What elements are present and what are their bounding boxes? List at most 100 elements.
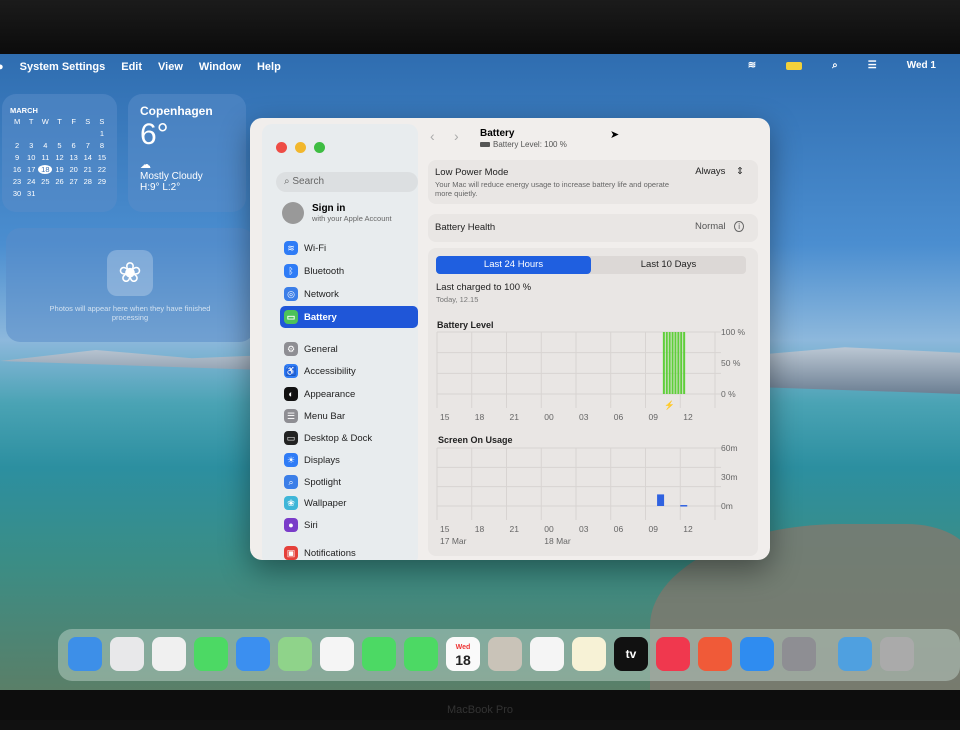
dock-trash-icon[interactable] — [880, 637, 914, 671]
apple-menu-icon[interactable]: ● — [0, 61, 4, 73]
dock-system-settings-icon[interactable] — [782, 637, 816, 671]
spotlight-icon[interactable]: ⌕ — [832, 60, 838, 71]
calendar-day: 1 — [99, 129, 104, 138]
forward-button[interactable]: › — [454, 128, 459, 144]
sidebar-item-bluetooth[interactable]: ᛒ Bluetooth — [280, 260, 418, 282]
zoom-button[interactable] — [314, 142, 325, 153]
cloud-icon: ☁ — [140, 159, 151, 171]
calendar-day: 4 — [43, 141, 48, 150]
calendar-widget[interactable]: MARCH M T W T F S S 1 2 3 4 5 6 7 8 9 10 11 12 13 14 15 16 17 18… — [2, 94, 117, 212]
calendar-day: 26 — [55, 177, 64, 186]
calendar-day: 19 — [55, 165, 64, 174]
photos-icon: ❀ — [107, 250, 153, 296]
sidebar-item-label: Displays — [304, 454, 340, 466]
sidebar-item-wi-fi[interactable]: ≋ Wi-Fi — [280, 237, 418, 259]
calendar-day — [52, 189, 66, 198]
sidebar-item-appearance[interactable]: ◐ Appearance — [280, 383, 418, 405]
dock-calendar-icon[interactable]: Wed 18 — [446, 637, 480, 671]
photos-widget[interactable]: ❀ Photos will appear here when they have… — [6, 228, 254, 342]
chart-bar — [680, 332, 683, 394]
calendar-day — [95, 189, 109, 198]
calendar-day: 2 — [14, 141, 20, 150]
y-tick-label: 0 % — [721, 389, 736, 399]
sidebar-item-network[interactable]: ◎ Network — [280, 283, 418, 305]
dock-reminders-icon[interactable] — [530, 637, 564, 671]
sidebar-item-accessibility[interactable]: ♿ Accessibility — [280, 360, 418, 382]
calendar-day — [81, 129, 95, 138]
dock-rocket-icon[interactable] — [698, 637, 732, 671]
clock[interactable]: Wed 1 — [907, 60, 936, 71]
dock-mail-icon[interactable] — [236, 637, 270, 671]
dock-phone-icon[interactable] — [404, 637, 438, 671]
dock-facetime-icon[interactable] — [362, 637, 396, 671]
calendar-day: 6 — [71, 141, 76, 150]
x-tick-label: 12 — [683, 524, 693, 534]
signin-title: Sign in — [312, 203, 346, 214]
dock-launchpad-icon[interactable] — [110, 637, 144, 671]
x-tick-label: 09 — [649, 524, 659, 534]
menu-window[interactable]: Window — [199, 61, 241, 73]
minimize-button[interactable] — [295, 142, 306, 153]
dock-finder-icon[interactable] — [68, 637, 102, 671]
weather-widget[interactable]: Copenhagen 6° ☁ Mostly Cloudy H:9° L:2° — [128, 94, 246, 212]
battery-status-icon[interactable] — [786, 61, 803, 70]
dock-contacts-icon[interactable] — [488, 637, 522, 671]
dock-tv-icon[interactable]: tv — [614, 637, 648, 671]
sidebar-item-label: Wi-Fi — [304, 242, 327, 254]
info-icon[interactable]: i — [734, 221, 744, 232]
mouse-cursor-icon: ➤ — [610, 129, 620, 141]
menu-bar-icon: ☰ — [284, 409, 298, 423]
x-tick-label: 12 — [683, 412, 693, 422]
sidebar-item-siri[interactable]: ● Siri — [280, 514, 418, 536]
sidebar-item-label: Desktop & Dock — [304, 432, 373, 444]
x-tick-label: 00 — [544, 412, 554, 422]
calendar-day: 13 — [69, 153, 78, 162]
menu-app-name[interactable]: System Settings — [20, 61, 106, 73]
dock-music-icon[interactable] — [656, 637, 690, 671]
menu-help[interactable]: Help — [257, 61, 281, 73]
dock-photos-icon[interactable] — [320, 637, 354, 671]
apple-account-signin[interactable]: Sign in with your Apple Account — [282, 202, 392, 224]
dock-maps-icon[interactable] — [278, 637, 312, 671]
low-power-select[interactable]: Always ⇕ — [695, 166, 744, 177]
menu-view[interactable]: View — [158, 61, 183, 73]
calendar-day — [67, 189, 81, 198]
control-center-icon[interactable]: ☰ — [868, 60, 877, 71]
tv-label: tv — [625, 647, 637, 661]
sidebar-item-battery[interactable]: ▭ Battery — [280, 306, 418, 328]
dock-messages-icon[interactable] — [194, 637, 228, 671]
calendar-day: 16 — [12, 165, 22, 174]
x-tick-label: 15 — [440, 524, 450, 534]
back-button[interactable]: ‹ — [430, 128, 435, 144]
appearance-icon: ◐ — [284, 387, 298, 401]
dock-notes-icon[interactable] — [572, 637, 606, 671]
sidebar-item-spotlight[interactable]: ⌕ Spotlight — [280, 471, 418, 493]
y-tick-label: 60m — [721, 443, 738, 453]
search-input[interactable]: ⌕ Search — [276, 172, 418, 192]
sidebar-item-menu-bar[interactable]: ☰ Menu Bar — [280, 405, 418, 427]
sidebar: ⌕ Search Sign in with your Apple Account… — [262, 124, 418, 560]
avatar — [282, 202, 304, 224]
x-tick-label: 15 — [440, 412, 450, 422]
calendar-day — [38, 129, 52, 138]
sidebar-item-displays[interactable]: ☀ Displays — [280, 449, 418, 471]
close-button[interactable] — [276, 142, 287, 153]
network-icon: ◎ — [284, 287, 298, 301]
calendar-day: 29 — [97, 177, 107, 186]
sidebar-item-wallpaper[interactable]: ❀ Wallpaper — [280, 492, 418, 514]
sidebar-item-desktop-dock[interactable]: ▭ Desktop & Dock — [280, 427, 418, 449]
calendar-day: 18 — [38, 165, 53, 174]
dock-app-store-icon[interactable] — [740, 637, 774, 671]
dock-safari-icon[interactable] — [152, 637, 186, 671]
dock-downloads-icon[interactable] — [838, 637, 872, 671]
wifi-icon[interactable]: ≋ — [748, 60, 756, 71]
photos-message: Photos will appear here when they have f… — [49, 304, 211, 322]
menu-edit[interactable]: Edit — [121, 61, 142, 73]
calendar-day: 23 — [12, 177, 22, 186]
battery-level-text: Battery Level: 100 % — [493, 140, 567, 149]
x-tick-label: 18 — [475, 412, 485, 422]
sidebar-item-label: Siri — [304, 519, 318, 531]
sidebar-item-general[interactable]: ⚙ General — [280, 338, 418, 360]
sidebar-item-notifications[interactable]: ▣ Notifications — [280, 542, 418, 560]
x-tick-label: 03 — [579, 412, 589, 422]
